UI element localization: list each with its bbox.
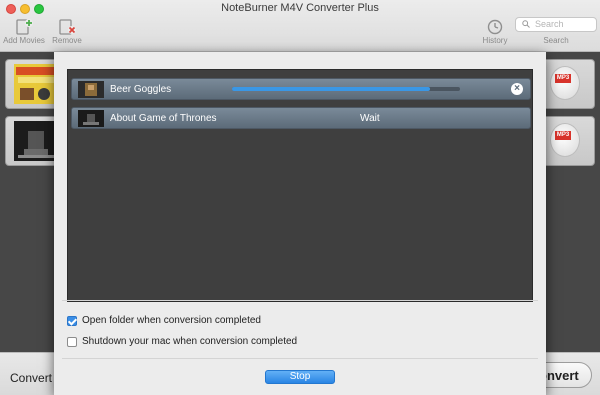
convert-to-label: Convert t bbox=[10, 371, 59, 385]
divider bbox=[62, 300, 538, 301]
output-format-icon[interactable]: MP3 bbox=[550, 123, 580, 157]
title-bar: NoteBurner M4V Converter Plus Add Movies… bbox=[0, 0, 600, 52]
remove-button[interactable]: Remove bbox=[50, 18, 84, 45]
format-tag: MP3 bbox=[555, 131, 571, 140]
search-input[interactable]: Search bbox=[515, 17, 597, 32]
clock-icon bbox=[487, 19, 503, 35]
history-button[interactable]: History bbox=[478, 18, 512, 45]
queue-item[interactable]: About Game of Thrones Wait bbox=[71, 107, 531, 129]
open-folder-option[interactable]: Open folder when conversion completed bbox=[67, 315, 261, 326]
conversion-progress-bar bbox=[232, 87, 460, 91]
shutdown-checkbox[interactable] bbox=[67, 336, 77, 347]
movie-thumbnail bbox=[78, 81, 104, 98]
format-tag: MP3 bbox=[555, 74, 571, 83]
progress-fill bbox=[232, 87, 431, 91]
history-label: History bbox=[482, 36, 508, 45]
output-format-icon[interactable]: MP3 bbox=[550, 66, 580, 100]
search-label: Search bbox=[543, 36, 569, 45]
window-title: NoteBurner M4V Converter Plus bbox=[221, 2, 379, 14]
queue-item-title: About Game of Thrones bbox=[110, 113, 217, 124]
movie-thumbnail bbox=[14, 121, 58, 161]
conversion-sheet: Beer Goggles × About Game of Thrones Wai… bbox=[54, 52, 546, 395]
movie-thumbnail bbox=[78, 110, 104, 127]
add-movies-button[interactable]: Add Movies bbox=[2, 18, 46, 45]
remove-movie-icon bbox=[59, 19, 76, 35]
search-placeholder: Search bbox=[535, 19, 564, 29]
remove-label: Remove bbox=[52, 36, 82, 45]
queue-item-status: Wait bbox=[360, 113, 380, 124]
open-folder-label: Open folder when conversion completed bbox=[82, 315, 261, 326]
search-icon bbox=[522, 20, 530, 28]
queue-item-title: Beer Goggles bbox=[110, 84, 172, 95]
divider bbox=[62, 358, 538, 359]
shutdown-label: Shutdown your mac when conversion comple… bbox=[82, 336, 298, 347]
cancel-icon[interactable]: × bbox=[511, 83, 523, 95]
open-folder-checkbox[interactable] bbox=[67, 315, 77, 326]
search-control: Search Search bbox=[514, 17, 598, 45]
queue-item[interactable]: Beer Goggles × bbox=[71, 78, 531, 100]
movie-thumbnail bbox=[14, 64, 58, 104]
stop-button[interactable]: Stop bbox=[265, 370, 335, 384]
add-movie-icon bbox=[16, 19, 33, 35]
shutdown-option[interactable]: Shutdown your mac when conversion comple… bbox=[67, 336, 297, 347]
add-movies-label: Add Movies bbox=[3, 36, 45, 45]
conversion-queue: Beer Goggles × About Game of Thrones Wai… bbox=[67, 69, 533, 302]
